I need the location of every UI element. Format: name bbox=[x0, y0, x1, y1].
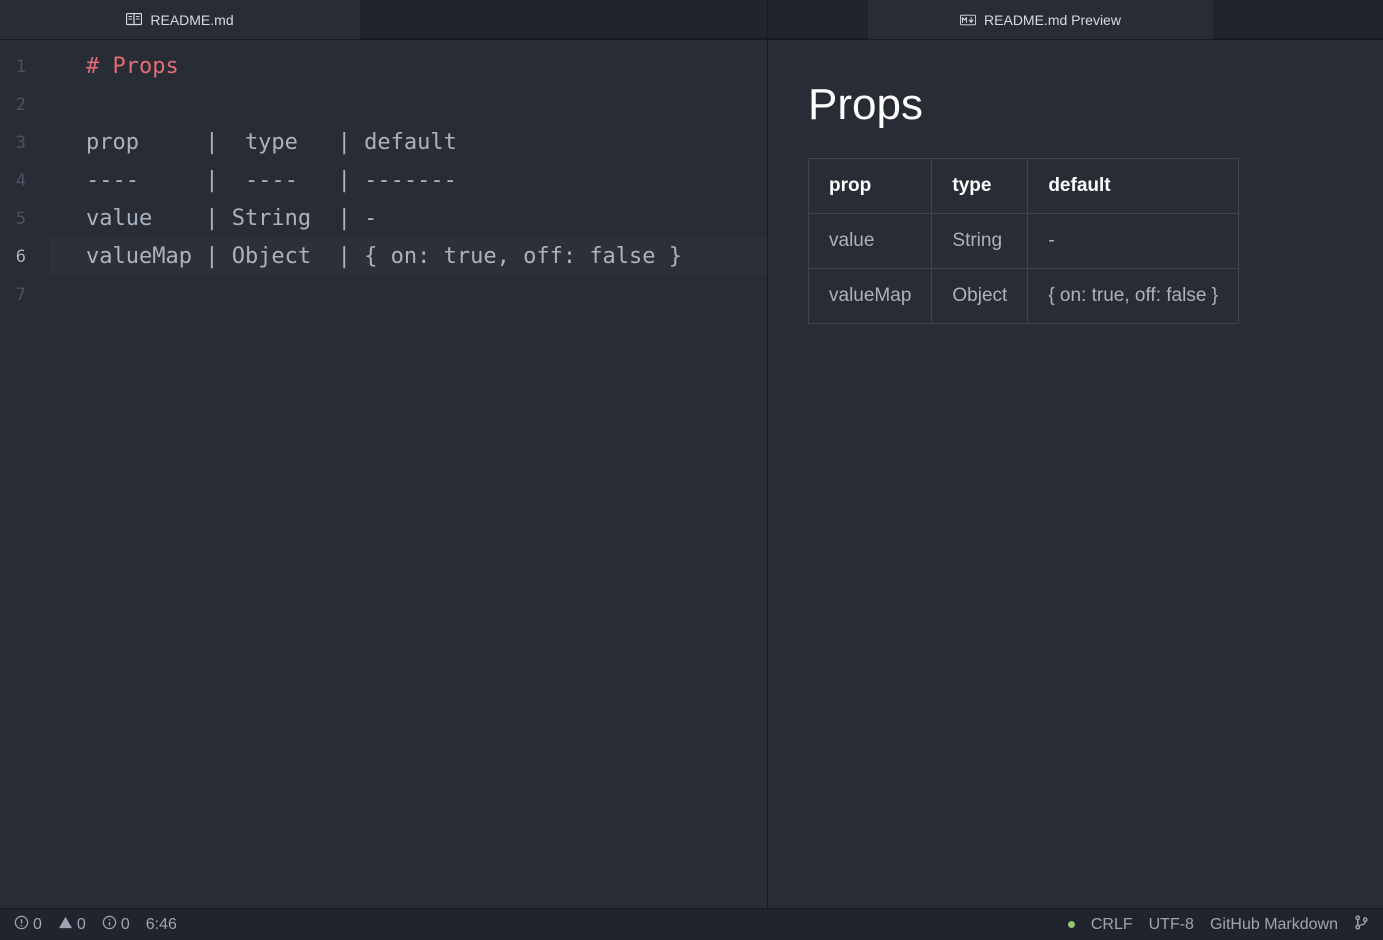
table-header: default bbox=[1028, 159, 1239, 214]
code-line-current: valueMap | Object | { on: true, off: fal… bbox=[86, 238, 767, 276]
table-cell: Object bbox=[932, 269, 1028, 324]
gutter: 1 2 3 4 5 6 7 bbox=[0, 40, 50, 908]
code-line: ---- | ---- | ------- bbox=[86, 162, 767, 200]
table-cell: value bbox=[809, 214, 932, 269]
tab-readme[interactable]: README.md bbox=[0, 0, 360, 39]
statusbar: 0 0 0 6:46 CRLF UTF-8 GitHub Markdo bbox=[0, 908, 1383, 940]
error-icon bbox=[14, 915, 29, 935]
warning-icon bbox=[58, 915, 73, 935]
status-line-ending[interactable]: CRLF bbox=[1091, 916, 1133, 934]
table-cell: valueMap bbox=[809, 269, 932, 324]
status-git[interactable] bbox=[1354, 915, 1369, 935]
editor-body[interactable]: 1 2 3 4 5 6 7 # Props prop | type | defa… bbox=[0, 40, 767, 908]
preview-heading: Props bbox=[808, 80, 1343, 130]
code-line: prop | type | default bbox=[86, 124, 767, 162]
code-heading: # Props bbox=[86, 54, 179, 79]
preview-table: prop type default value String - valueMa… bbox=[808, 158, 1239, 324]
tabbar-left: README.md bbox=[0, 0, 767, 40]
gutter-line: 5 bbox=[0, 200, 50, 238]
book-icon bbox=[126, 13, 142, 27]
code-line bbox=[86, 86, 767, 124]
preview-body: Props prop type default value String - bbox=[768, 40, 1383, 908]
info-icon bbox=[102, 915, 117, 935]
gutter-line: 1 bbox=[0, 48, 50, 86]
gutter-line: 4 bbox=[0, 162, 50, 200]
status-info[interactable]: 0 bbox=[102, 915, 130, 935]
preview-pane: README.md Preview Props prop type defaul… bbox=[768, 0, 1383, 908]
tabbar-empty bbox=[768, 0, 868, 39]
table-cell: { on: true, off: false } bbox=[1028, 269, 1239, 324]
status-errors[interactable]: 0 bbox=[14, 915, 42, 935]
status-grammar[interactable]: GitHub Markdown bbox=[1210, 916, 1338, 934]
git-branch-icon bbox=[1354, 915, 1369, 935]
table-cell: - bbox=[1028, 214, 1239, 269]
status-encoding[interactable]: UTF-8 bbox=[1149, 916, 1194, 934]
tabbar-right: README.md Preview bbox=[768, 0, 1383, 40]
table-row: valueMap Object { on: true, off: false } bbox=[809, 269, 1239, 324]
code-area[interactable]: # Props prop | type | default ---- | ---… bbox=[50, 40, 767, 908]
tab-preview[interactable]: README.md Preview bbox=[868, 0, 1213, 39]
gutter-line: 2 bbox=[0, 86, 50, 124]
tab-label: README.md bbox=[150, 12, 233, 28]
dot-icon bbox=[1068, 921, 1075, 928]
table-header: prop bbox=[809, 159, 932, 214]
code-line bbox=[86, 276, 767, 314]
markdown-icon bbox=[960, 13, 976, 27]
table-cell: String bbox=[932, 214, 1028, 269]
status-file-indicator[interactable] bbox=[1068, 921, 1075, 928]
gutter-line: 7 bbox=[0, 276, 50, 314]
table-header: type bbox=[932, 159, 1028, 214]
gutter-line-current: 6 bbox=[0, 238, 50, 276]
code-line: value | String | - bbox=[86, 200, 767, 238]
status-warnings[interactable]: 0 bbox=[58, 915, 86, 935]
tabbar-empty bbox=[1213, 0, 1383, 39]
editor-pane: README.md 1 2 3 4 5 6 7 # Props prop | t… bbox=[0, 0, 768, 908]
tab-label: README.md Preview bbox=[984, 12, 1121, 28]
tabbar-empty bbox=[360, 0, 767, 39]
gutter-line: 3 bbox=[0, 124, 50, 162]
status-cursor-position[interactable]: 6:46 bbox=[146, 916, 177, 934]
table-row: value String - bbox=[809, 214, 1239, 269]
